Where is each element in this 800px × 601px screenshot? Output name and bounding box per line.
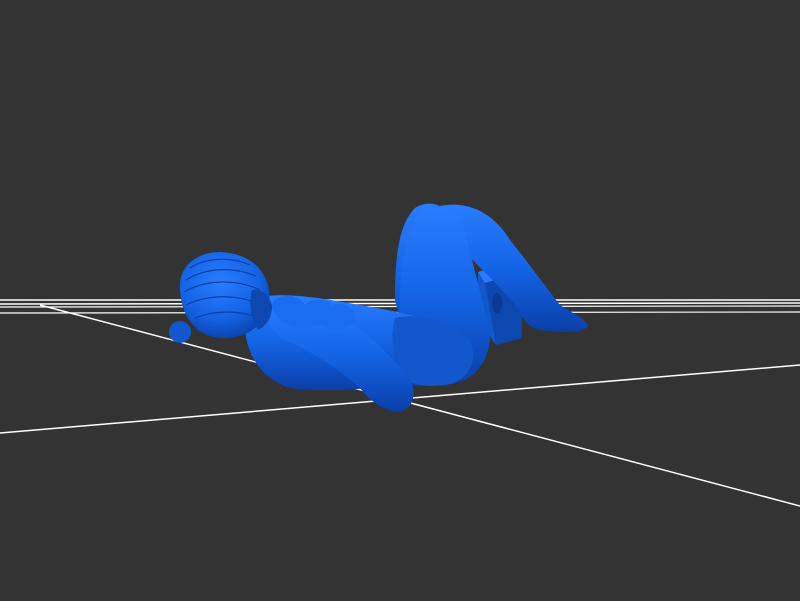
3d-model-figure[interactable] (169, 203, 588, 412)
hair-bun (169, 321, 191, 343)
scene-canvas[interactable] (0, 0, 800, 601)
3d-viewport[interactable] (0, 0, 800, 601)
